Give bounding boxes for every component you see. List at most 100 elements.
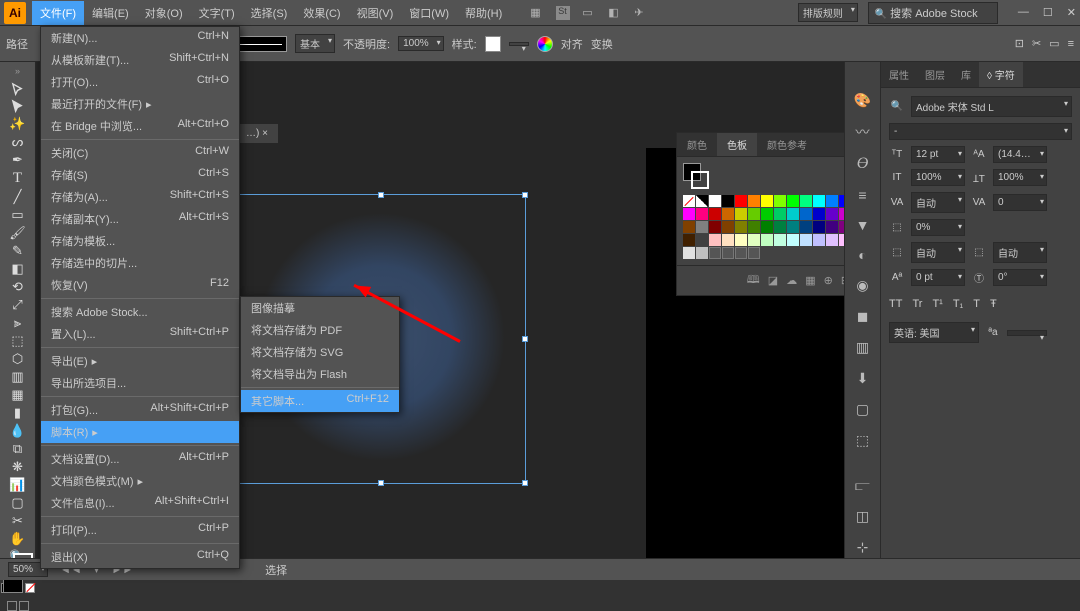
swatch-group-icon[interactable] bbox=[735, 247, 747, 259]
menu-edit[interactable]: 编辑(E) bbox=[84, 1, 137, 25]
current-fill-stroke[interactable] bbox=[683, 163, 709, 189]
artboards-icon[interactable]: ▢ bbox=[854, 401, 872, 418]
file-menu-item[interactable]: 从模板新建(T)...Shift+Ctrl+N bbox=[41, 49, 239, 71]
swatch-cell[interactable] bbox=[761, 208, 773, 220]
swatch-cell[interactable] bbox=[722, 208, 734, 220]
layout-rules-dropdown[interactable]: 排版规则 bbox=[798, 3, 858, 22]
column-graph-tool[interactable]: 📊 bbox=[6, 477, 30, 493]
swatch-cell[interactable] bbox=[813, 195, 825, 207]
subscript-button[interactable]: T₁ bbox=[953, 298, 963, 310]
font-search-icon[interactable]: 🔍 bbox=[889, 101, 905, 112]
swatch-cell[interactable] bbox=[696, 247, 708, 259]
style-swatch[interactable] bbox=[485, 36, 501, 52]
file-menu-item[interactable]: 存储(S)Ctrl+S bbox=[41, 164, 239, 186]
swatch-cell[interactable] bbox=[787, 221, 799, 233]
swatch-cell[interactable] bbox=[722, 221, 734, 233]
swatch-cell[interactable] bbox=[774, 208, 786, 220]
swatch-new-group-icon[interactable]: ⊕ bbox=[824, 274, 833, 287]
swatch-cell[interactable] bbox=[826, 195, 838, 207]
hscale-field[interactable]: 100% bbox=[993, 169, 1047, 186]
menu-window[interactable]: 窗口(W) bbox=[401, 1, 457, 25]
swatch-cell[interactable] bbox=[683, 208, 695, 220]
swatch-cell[interactable] bbox=[696, 208, 708, 220]
magic-wand-tool[interactable]: ✨ bbox=[6, 116, 30, 132]
swatch-cell[interactable] bbox=[774, 234, 786, 246]
swatch-group-icon[interactable] bbox=[709, 247, 721, 259]
handle-bm[interactable] bbox=[378, 480, 384, 486]
tab-swatches[interactable]: 色板 bbox=[717, 133, 757, 156]
swatch-group-icon[interactable] bbox=[722, 247, 734, 259]
file-menu-item[interactable]: 导出所选项目... bbox=[41, 372, 239, 394]
close-icon[interactable]: ✕ bbox=[1067, 6, 1076, 19]
swatch-cell[interactable] bbox=[800, 195, 812, 207]
gradient-panel-icon[interactable]: ▼ bbox=[854, 217, 872, 233]
rotate-tool[interactable]: ⟲ bbox=[6, 279, 30, 295]
document-tab[interactable]: …) × bbox=[236, 124, 278, 143]
mesh-tool[interactable]: ▦ bbox=[6, 387, 30, 403]
swatch-options-icon[interactable]: ☁ bbox=[786, 274, 797, 287]
swatch-cell[interactable] bbox=[800, 221, 812, 233]
asset-export-icon[interactable]: ⬇ bbox=[854, 370, 872, 387]
swatch-cell[interactable] bbox=[709, 221, 721, 233]
artboard-tool[interactable]: ▢ bbox=[6, 495, 30, 511]
blend-tool[interactable]: ⧉ bbox=[6, 441, 30, 457]
file-menu-item[interactable]: 存储副本(Y)...Alt+Ctrl+S bbox=[41, 208, 239, 230]
lasso-tool[interactable]: ᔕ bbox=[6, 134, 30, 150]
maximize-icon[interactable]: ☐ bbox=[1043, 6, 1053, 19]
file-menu-item[interactable]: 打包(G)...Alt+Shift+Ctrl+P bbox=[41, 399, 239, 421]
swatch-cell[interactable] bbox=[696, 234, 708, 246]
font-family-dropdown[interactable]: Adobe 宋体 Std L bbox=[911, 96, 1072, 117]
menu-select[interactable]: 选择(S) bbox=[243, 1, 296, 25]
layers-dock-icon[interactable]: ▥ bbox=[854, 339, 872, 356]
file-menu-item[interactable]: 文件信息(I)...Alt+Shift+Ctrl+I bbox=[41, 492, 239, 514]
rectangle-tool[interactable]: ▭ bbox=[6, 207, 30, 223]
script-menu-item[interactable]: 图像描摹 bbox=[241, 297, 399, 319]
file-menu-item[interactable]: 搜索 Adobe Stock... bbox=[41, 301, 239, 323]
tab-libraries[interactable]: 库 bbox=[953, 62, 979, 87]
file-menu-item[interactable]: 新建(N)...Ctrl+N bbox=[41, 27, 239, 49]
transform-panel-icon[interactable]: ⊹ bbox=[854, 539, 872, 556]
swatch-cell[interactable] bbox=[683, 247, 695, 259]
leading-field[interactable]: (14.4… bbox=[993, 146, 1047, 163]
pencil-tool[interactable]: ✎ bbox=[6, 243, 30, 259]
stroke-profile-dropdown[interactable]: 基本 bbox=[295, 34, 335, 53]
swatch-cell[interactable] bbox=[709, 234, 721, 246]
file-menu-item[interactable]: 恢复(V)F12 bbox=[41, 274, 239, 296]
toolbox-expand-icon[interactable]: » bbox=[15, 66, 20, 76]
swatch-cell[interactable] bbox=[748, 234, 760, 246]
menu-file[interactable]: 文件(F) bbox=[32, 1, 84, 25]
file-menu-item[interactable]: 文档设置(D)...Alt+Ctrl+P bbox=[41, 448, 239, 470]
file-menu-item[interactable]: 最近打开的文件(F) bbox=[41, 93, 239, 115]
file-menu-item[interactable]: 脚本(R) bbox=[41, 421, 239, 443]
file-menu-item[interactable]: 关闭(C)Ctrl+W bbox=[41, 142, 239, 164]
baseline-alt2-field[interactable]: 自动 bbox=[993, 242, 1047, 263]
swatch-cell[interactable] bbox=[826, 234, 838, 246]
swatch-cell[interactable] bbox=[839, 208, 844, 220]
brushes-icon[interactable]: 〰 bbox=[854, 123, 872, 141]
free-transform-tool[interactable]: ⬚ bbox=[6, 333, 30, 349]
appearance-icon[interactable]: ◉ bbox=[854, 277, 872, 294]
swatch-cell[interactable] bbox=[735, 234, 747, 246]
paintbrush-tool[interactable]: 🖌 bbox=[6, 225, 30, 241]
superscript-button[interactable]: T¹ bbox=[932, 298, 942, 310]
clip-icon[interactable]: ✂ bbox=[1032, 37, 1041, 50]
file-menu-item[interactable]: 置入(L)...Shift+Ctrl+P bbox=[41, 323, 239, 345]
tab-color-guide[interactable]: 颜色参考 bbox=[757, 133, 817, 156]
align-label[interactable]: 对齐 bbox=[561, 36, 583, 52]
direct-selection-tool[interactable] bbox=[6, 99, 30, 114]
swatch-cell[interactable] bbox=[787, 208, 799, 220]
swatch-cell[interactable] bbox=[813, 234, 825, 246]
shape-builder-tool[interactable]: ⬡ bbox=[6, 351, 30, 367]
menu-view[interactable]: 视图(V) bbox=[349, 1, 402, 25]
edit-icon[interactable]: ▭ bbox=[1049, 37, 1059, 50]
baseline-shift-field[interactable]: 0 pt bbox=[911, 269, 965, 286]
allcaps-button[interactable]: TT bbox=[889, 298, 902, 310]
swatch-cell[interactable] bbox=[735, 221, 747, 233]
libraries-dock-icon[interactable]: ⬚ bbox=[854, 432, 872, 449]
color-themes-icon[interactable]: 🎨 bbox=[854, 92, 872, 109]
swatch-cell[interactable] bbox=[761, 221, 773, 233]
file-menu-item[interactable]: 在 Bridge 中浏览...Alt+Ctrl+O bbox=[41, 115, 239, 137]
transform-label[interactable]: 变换 bbox=[591, 36, 613, 52]
graphic-styles-icon[interactable]: ◼ bbox=[854, 308, 872, 325]
baseline-alt-field[interactable]: 自动 bbox=[911, 242, 965, 263]
